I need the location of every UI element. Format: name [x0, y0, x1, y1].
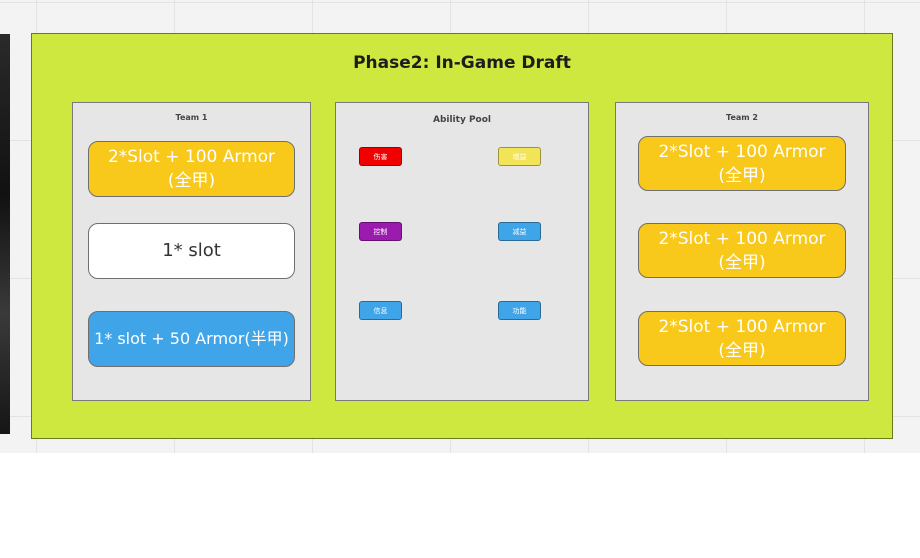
- team1-card-half-armor[interactable]: 1* slot + 50 Armor(半甲): [88, 311, 295, 367]
- frame-title: Phase2: In-Game Draft: [353, 53, 571, 73]
- team1-card-slot[interactable]: 1* slot: [88, 223, 295, 279]
- team1-panel[interactable]: Team 1 2*Slot + 100 Armor (全甲) 1* slot 1…: [72, 102, 311, 401]
- ability-tag-debuff[interactable]: 减益: [498, 222, 541, 241]
- team2-panel[interactable]: Team 2 2*Slot + 100 Armor (全甲) 2*Slot + …: [615, 102, 869, 401]
- ability-pool-panel[interactable]: Ability Pool 伤害 增益 控制 减益 信息 功能: [335, 102, 589, 401]
- adjacent-image-strip: [0, 34, 10, 434]
- team2-title: Team 2: [726, 113, 758, 122]
- team1-title: Team 1: [175, 113, 208, 122]
- team2-card-full-armor-1[interactable]: 2*Slot + 100 Armor (全甲): [638, 136, 846, 191]
- team2-card-full-armor-2[interactable]: 2*Slot + 100 Armor (全甲): [638, 223, 846, 278]
- ability-pool-title: Ability Pool: [432, 115, 491, 125]
- ability-tag-utility[interactable]: 功能: [498, 301, 541, 320]
- ability-tag-damage[interactable]: 伤害: [359, 147, 402, 166]
- ability-tag-buff[interactable]: 增益: [498, 147, 541, 166]
- phase2-frame[interactable]: Phase2: In-Game Draft Team 1 2*Slot + 10…: [31, 33, 893, 439]
- ability-tag-info[interactable]: 信息: [359, 301, 402, 320]
- ability-tag-control[interactable]: 控制: [359, 222, 402, 241]
- team1-card-full-armor[interactable]: 2*Slot + 100 Armor (全甲): [88, 141, 295, 197]
- team2-card-full-armor-3[interactable]: 2*Slot + 100 Armor (全甲): [638, 311, 846, 366]
